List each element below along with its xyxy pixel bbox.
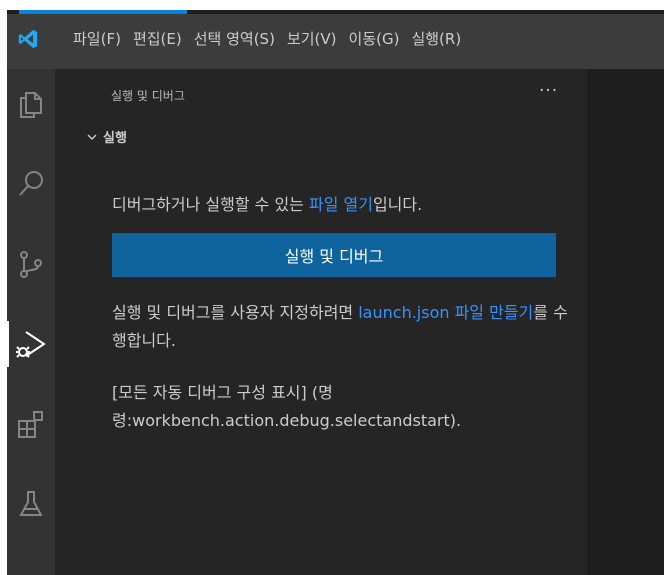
search-icon[interactable] (14, 167, 48, 201)
open-file-message: 디버그하거나 실행할 수 있는 파일 열기입니다. (112, 191, 422, 215)
vscode-window: 파일(F) 편집(E) 선택 영역(S) 보기(V) 이동(G) 실행(R) 실… (7, 10, 664, 575)
menu-go[interactable]: 이동(G) (343, 28, 406, 50)
menu-view[interactable]: 보기(V) (281, 28, 343, 50)
open-file-prefix: 디버그하거나 실행할 수 있는 (112, 195, 309, 214)
chevron-down-icon (87, 134, 97, 140)
run-and-debug-button[interactable]: 실행 및 디버그 (112, 233, 556, 277)
run-debug-sidebar: 실행 및 디버그 ··· 실행 디버그하거나 실행할 수 있는 파일 열기입니다… (55, 69, 587, 575)
editor-area (587, 69, 664, 575)
titlebar: 파일(F) 편집(E) 선택 영역(S) 보기(V) 이동(G) 실행(R) (7, 14, 664, 69)
run-section-title: 실행 (103, 131, 127, 146)
source-control-icon[interactable] (14, 247, 48, 281)
menu-edit[interactable]: 편집(E) (127, 28, 188, 50)
launch-prefix: 실행 및 디버그를 사용자 지정하려면 (112, 303, 359, 322)
testing-icon[interactable] (14, 487, 48, 521)
activity-bar (7, 69, 55, 575)
launch-json-message: 실행 및 디버그를 사용자 지정하려면 launch.json 파일 만들기를 … (112, 299, 572, 355)
open-file-suffix: 입니다. (372, 195, 423, 214)
menu-file[interactable]: 파일(F) (67, 28, 127, 50)
explorer-icon[interactable] (14, 87, 48, 121)
run-debug-tab[interactable] (7, 321, 48, 367)
run-debug-icon (16, 331, 46, 358)
extensions-icon[interactable] (14, 407, 48, 441)
menu-run[interactable]: 실행(R) (405, 28, 467, 50)
more-actions-button[interactable]: ··· (539, 81, 558, 101)
menubar: 파일(F) 편집(E) 선택 영역(S) 보기(V) 이동(G) 실행(R) (67, 28, 467, 50)
vscode-logo-icon[interactable] (17, 28, 39, 50)
open-file-link[interactable]: 파일 열기 (309, 195, 373, 214)
create-launch-json-link[interactable]: launch.json 파일 만들기 (358, 303, 533, 322)
show-all-configs-message: [모든 자동 디버그 구성 표시] (명령:workbench.action.d… (112, 383, 462, 430)
run-section-header[interactable]: 실행 (85, 127, 127, 146)
menu-selection[interactable]: 선택 영역(S) (188, 28, 281, 50)
sidebar-title: 실행 및 디버그 (111, 89, 185, 103)
